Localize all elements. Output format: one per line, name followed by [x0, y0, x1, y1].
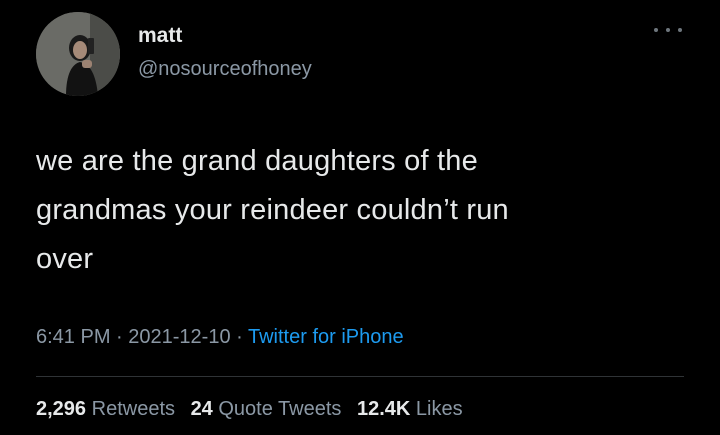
tweet-text-line: over — [36, 243, 94, 275]
retweets-stat[interactable]: 2,296 Retweets — [36, 398, 175, 420]
more-options-icon[interactable] — [654, 20, 682, 40]
tweet-text-line: we are the grand daughters of the — [36, 145, 478, 177]
tweet-text: we are the grand daughters of the grandm… — [36, 137, 676, 284]
meta-separator: · — [110, 326, 129, 348]
meta-separator: · — [230, 326, 248, 348]
retweets-count: 2,296 — [36, 398, 87, 420]
handle[interactable]: @nosourceofhoney — [138, 58, 312, 81]
quote-tweets-label: Quote Tweets — [218, 398, 342, 420]
quote-tweets-stat[interactable]: 24 Quote Tweets — [191, 398, 342, 420]
more-dot — [654, 28, 658, 32]
tweet-time[interactable]: 6:41 PM — [36, 326, 110, 348]
tweet-card: matt @nosourceofhoney we are the grand d… — [0, 0, 720, 435]
avatar[interactable] — [36, 12, 120, 96]
more-dot — [678, 28, 682, 32]
divider — [36, 376, 684, 377]
tweet-meta: 6:41 PM · 2021-12-10 · Twitter for iPhon… — [36, 326, 404, 349]
quote-tweets-count: 24 — [190, 398, 213, 420]
likes-count: 12.4K — [356, 398, 411, 420]
avatar-image — [36, 12, 120, 96]
likes-stat[interactable]: 12.4K Likes — [357, 398, 463, 420]
tweet-source-link[interactable]: Twitter for iPhone — [248, 326, 404, 348]
retweets-label: Retweets — [91, 398, 175, 420]
tweet-date[interactable]: 2021-12-10 — [128, 326, 230, 348]
tweet-text-line: grandmas your reindeer couldn’t run — [36, 194, 509, 226]
likes-label: Likes — [415, 398, 463, 420]
display-name[interactable]: matt — [138, 24, 182, 48]
more-dot — [666, 28, 670, 32]
tweet-stats: 2,296 Retweets 24 Quote Tweets 12.4K Lik… — [36, 398, 463, 421]
